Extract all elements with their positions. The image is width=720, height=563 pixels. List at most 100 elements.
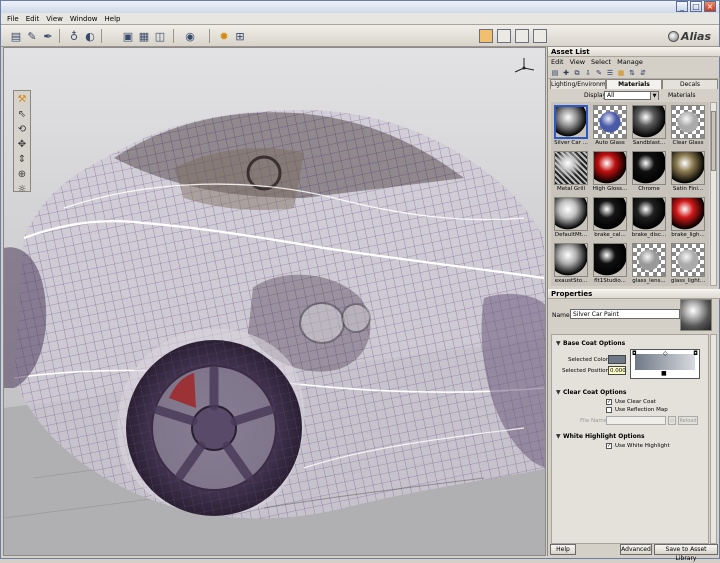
material-swatch[interactable]: glass_lens... [630, 241, 668, 286]
menu-help[interactable]: Help [105, 15, 121, 23]
close-button[interactable]: × [704, 1, 716, 12]
help-button[interactable]: Help [550, 544, 576, 555]
material-preview-sphere [680, 299, 712, 331]
menu-window[interactable]: Window [70, 15, 98, 23]
window-icon[interactable]: ▣ [121, 29, 135, 43]
import-icon[interactable]: ⇩ [584, 69, 592, 77]
white-highlight-header[interactable]: ▼ White Highlight Options [556, 433, 645, 440]
swatch-thumbnail [671, 243, 705, 277]
wrench-icon[interactable]: ⚒ [16, 94, 28, 106]
new-asset-icon[interactable]: ✚ [562, 69, 570, 77]
use-reflection-map-checkbox[interactable] [606, 407, 612, 413]
material-swatch[interactable]: brake_ligh... [669, 195, 707, 241]
material-swatch[interactable]: Auto Glass [591, 103, 629, 149]
menu-bar: File Edit View Window Help [1, 13, 719, 25]
edit-asset-icon[interactable]: ✎ [595, 69, 603, 77]
gradient-start-marker-icon[interactable]: ◘ [632, 350, 637, 357]
selected-position-input[interactable]: 0.000 [608, 366, 626, 375]
maximize-button[interactable]: □ [690, 1, 702, 12]
tumble-icon[interactable]: ⟲ [16, 124, 28, 136]
material-swatch[interactable]: glass_light... [669, 241, 707, 286]
selected-color-swatch[interactable] [608, 355, 626, 364]
tab-materials[interactable]: Materials [606, 79, 662, 89]
use-white-highlight-checkbox[interactable]: ✓ [606, 443, 612, 449]
asset-menu-select[interactable]: Select [591, 57, 611, 67]
swatch-scroll-thumb[interactable] [711, 111, 716, 171]
asset-menu-view[interactable]: View [570, 57, 585, 67]
use-clear-coat-checkbox[interactable]: ✓ [606, 399, 612, 405]
tab-decals[interactable]: Decals [662, 79, 718, 89]
swatch-label: Metal Grill [556, 186, 586, 192]
swatch-scrollbar[interactable] [710, 102, 717, 286]
render-icon[interactable]: ◐ [83, 29, 97, 43]
thumbnail-view-icon[interactable]: ▦ [617, 69, 625, 77]
material-swatch[interactable]: Clear Glass [669, 103, 707, 149]
material-swatch[interactable]: exaustSto... [552, 241, 590, 286]
camera-icon[interactable]: ◉ [183, 29, 197, 43]
3d-viewport[interactable]: ⚒ ⇖ ⟲ ✥ ⇕ ⊕ ☼ [3, 47, 546, 556]
swatch-label: Clear Glass [672, 140, 704, 146]
bulb-icon[interactable]: ✹ [217, 29, 231, 43]
menu-edit[interactable]: Edit [26, 15, 40, 23]
details-view-icon[interactable]: ☰ [606, 69, 614, 77]
save-to-asset-library-button[interactable]: Save to Asset Library [654, 544, 718, 562]
advanced-button[interactable]: Advanced [620, 544, 652, 555]
material-swatch[interactable]: Metal Grill [552, 149, 590, 195]
pen-icon[interactable]: ✒ [41, 29, 55, 43]
material-swatch[interactable]: flt1Studio... [591, 241, 629, 286]
file-name-label: File Name [580, 418, 608, 424]
list-view-icon[interactable]: ▤ [551, 69, 559, 77]
material-swatch[interactable]: Chrome [630, 149, 668, 195]
base-coat-header[interactable]: ▼ Base Coat Options [556, 340, 625, 347]
layout-split-icon[interactable] [497, 29, 511, 43]
material-swatch[interactable]: Satin Fini... [669, 149, 707, 195]
brush-icon[interactable]: ✎ [25, 29, 39, 43]
gradient-editor[interactable]: ◘ ◇ ◘ ■ [630, 349, 700, 379]
properties-scrollbar[interactable] [710, 334, 717, 544]
zoom-icon[interactable]: ⊕ [16, 169, 28, 181]
reload-button[interactable]: Reload [678, 416, 698, 425]
use-white-highlight-label: Use White Highlight [615, 443, 670, 449]
material-swatch[interactable]: DefaultMt... [552, 195, 590, 241]
asset-menu-manage[interactable]: Manage [617, 57, 643, 67]
light-icon[interactable]: ☼ [16, 184, 28, 196]
image-icon[interactable]: ▦ [137, 29, 151, 43]
display-select[interactable]: All ▼ [604, 91, 659, 100]
material-swatch[interactable]: Silver Car ... [552, 103, 590, 149]
gradient-end-marker-icon[interactable]: ◘ [693, 350, 698, 357]
open-icon[interactable]: ▤ [9, 29, 23, 43]
menu-view[interactable]: View [46, 15, 63, 23]
browse-folder-icon[interactable]: ▭ [668, 416, 676, 425]
swatch-thumbnail [554, 243, 588, 277]
minimize-button[interactable]: _ [676, 1, 688, 12]
pick-icon[interactable]: ⇖ [16, 109, 28, 121]
menu-file[interactable]: File [7, 15, 19, 23]
dolly-icon[interactable]: ⇕ [16, 154, 28, 166]
file-name-input[interactable] [606, 416, 666, 425]
chevron-down-icon[interactable]: ▼ [650, 92, 658, 100]
gradient-mid-marker-icon[interactable]: ◇ [663, 350, 668, 357]
material-swatch[interactable]: Sandblast... [630, 103, 668, 149]
viewport-toolbox: ⚒ ⇖ ⟲ ✥ ⇕ ⊕ ☼ [13, 90, 31, 195]
layout-quad-icon[interactable] [533, 29, 547, 43]
tab-lighting-environment[interactable]: Lighting/Environment [550, 79, 606, 89]
materials-label: Materials [668, 92, 696, 99]
material-swatch[interactable]: brake_cal... [591, 195, 629, 241]
swatch-label: brake_disc... [631, 232, 667, 238]
sort-alt-icon[interactable]: ⇵ [639, 69, 647, 77]
layout-triple-icon[interactable] [515, 29, 529, 43]
material-swatch[interactable]: High Gloss... [591, 149, 629, 195]
grid-icon[interactable]: ⊞ [233, 29, 247, 43]
asset-menu-edit[interactable]: Edit [551, 57, 564, 67]
name-input[interactable]: Silver Car Paint [570, 309, 680, 319]
sort-icon[interactable]: ⇅ [628, 69, 636, 77]
clear-coat-header[interactable]: ▼ Clear Coat Options [556, 389, 626, 396]
copy-asset-icon[interactable]: ⧉ [573, 69, 581, 77]
layout-single-icon[interactable] [479, 29, 493, 43]
axis-triad-icon [514, 58, 535, 73]
panel-icon[interactable]: ◫ [153, 29, 167, 43]
track-icon[interactable]: ✥ [16, 139, 28, 151]
lamp-icon[interactable]: ♁ [67, 29, 81, 43]
material-swatch[interactable]: brake_disc... [630, 195, 668, 241]
gradient-stop-marker-icon[interactable]: ■ [661, 370, 667, 377]
